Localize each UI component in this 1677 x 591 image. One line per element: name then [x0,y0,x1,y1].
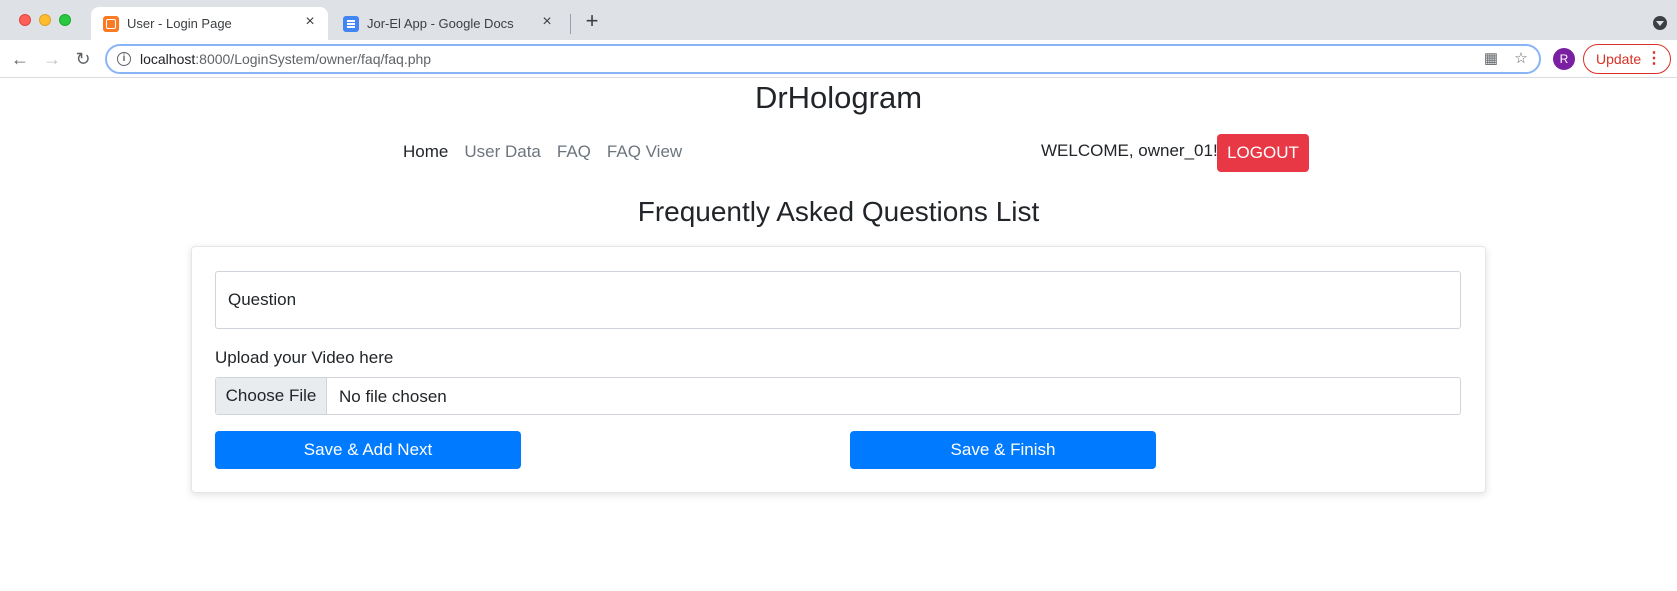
browser-tab[interactable]: Jor-El App - Google Docs × [331,7,565,40]
file-status-text: No file chosen [339,387,447,406]
page-title: Frequently Asked Questions List [637,196,1040,227]
nav-home[interactable]: Home [403,142,448,162]
profile-avatar[interactable]: R [1553,48,1575,70]
update-button[interactable]: Update ⋮ [1583,44,1671,74]
address-bar[interactable]: i localhost:8000/LoginSystem/owner/faq/f… [105,44,1541,74]
close-icon[interactable]: × [539,14,555,30]
browser-tab-strip: User - Login Page × Jor-El App - Google … [0,0,1677,40]
browser-toolbar: ← → ↻ i localhost:8000/LoginSystem/owner… [0,40,1677,78]
nav-faq-view[interactable]: FAQ View [607,142,682,162]
save-add-next-button[interactable]: Save & Add Next [215,431,521,469]
maximize-window-button[interactable] [59,14,71,26]
faq-form-card: Upload your Video here Choose File No fi… [191,246,1486,493]
save-finish-button[interactable]: Save & Finish [850,431,1156,469]
info-icon[interactable]: i [117,52,131,66]
site-brand: DrHologram [754,80,923,115]
close-window-button[interactable] [19,14,31,26]
qr-code-icon[interactable]: ▦ [1482,50,1500,68]
bookmark-star-icon[interactable]: ☆ [1512,50,1530,68]
question-input[interactable] [215,271,1461,329]
close-icon[interactable]: × [302,14,318,30]
tab-search-icon[interactable] [1653,16,1667,30]
xampp-icon [103,16,119,32]
google-docs-icon [343,16,359,32]
update-label: Update [1596,51,1642,67]
more-vertical-icon: ⋮ [1646,50,1662,67]
video-file-input[interactable]: Choose File No file chosen [215,377,1461,415]
tab-divider [570,14,571,34]
upload-label: Upload your Video here [215,348,394,367]
forward-arrow-icon[interactable]: → [40,47,64,71]
nav-faq[interactable]: FAQ [557,142,591,162]
tab-title: User - Login Page [127,16,232,31]
minimize-window-button[interactable] [39,14,51,26]
browser-tab-active[interactable]: User - Login Page × [91,7,328,40]
choose-file-button[interactable]: Choose File [216,378,327,414]
tab-title: Jor-El App - Google Docs [367,16,514,31]
reload-icon[interactable]: ↻ [71,47,95,71]
welcome-text: WELCOME, owner_01! - [1041,141,1229,160]
logout-button[interactable]: LOGOUT [1217,134,1309,172]
main-nav: Home User Data FAQ FAQ View [403,142,682,162]
back-arrow-icon[interactable]: ← [8,47,32,71]
new-tab-icon[interactable]: + [582,10,602,32]
url-text[interactable]: localhost:8000/LoginSystem/owner/faq/faq… [140,51,431,67]
nav-user-data[interactable]: User Data [464,142,541,162]
